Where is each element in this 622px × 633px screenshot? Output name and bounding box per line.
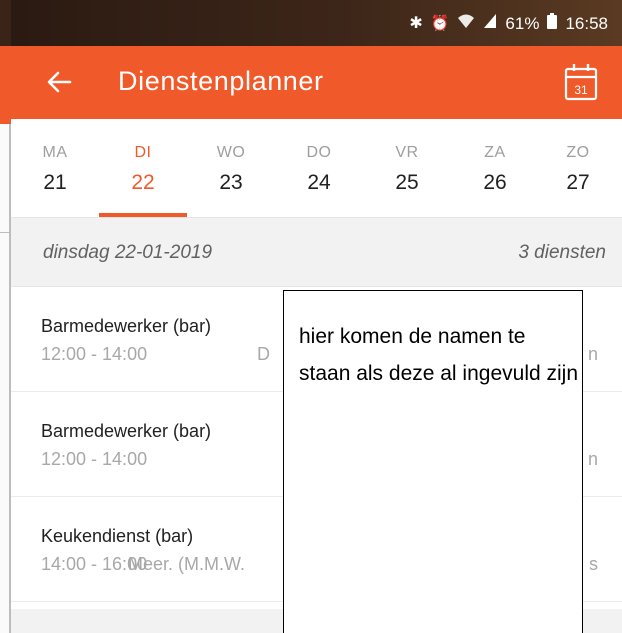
day-date: 25 <box>395 171 419 194</box>
day-tab-tuesday[interactable]: DI 22 <box>99 119 187 217</box>
background-window-edge <box>0 0 11 633</box>
status-icons: ✱ ⏰ 61% 16:58 <box>409 13 608 34</box>
status-bar: ✱ ⏰ 61% 16:58 <box>11 0 622 46</box>
shift-count-label: 3 diensten <box>518 242 606 263</box>
shift-name: Keukendienst (bar) <box>41 526 194 546</box>
shift-status: n <box>587 344 598 364</box>
shift-people: D <box>257 344 270 364</box>
day-tab-sunday[interactable]: ZO 27 <box>534 119 622 217</box>
day-date: 24 <box>307 171 331 194</box>
day-date: 22 <box>131 171 155 194</box>
shift-name: Barmedewerker (bar) <box>41 421 212 441</box>
shift-time: 12:00 - 14:00 <box>41 344 148 364</box>
day-tab-saturday[interactable]: ZA 26 <box>451 119 539 217</box>
day-name: VR <box>395 144 419 161</box>
battery-percentage: 61% <box>505 13 540 33</box>
back-arrow-icon <box>47 71 72 93</box>
day-name: WO <box>216 144 246 161</box>
calendar-button[interactable]: 31 <box>564 63 598 101</box>
background-appbar-edge <box>0 46 11 124</box>
day-name: ZA <box>484 144 506 161</box>
day-date: 26 <box>483 171 507 194</box>
day-tab-friday[interactable]: VR 25 <box>363 119 451 217</box>
day-tab-monday[interactable]: MA 21 <box>11 119 99 217</box>
week-day-selector: MA 21 DI 22 WO 23 DO 24 VR 25 ZA 26 ZO 2… <box>11 119 622 218</box>
day-tab-wednesday[interactable]: WO 23 <box>187 119 275 217</box>
day-date: 27 <box>566 171 590 194</box>
day-tab-thursday[interactable]: DO 24 <box>275 119 363 217</box>
day-name: MA <box>42 144 68 161</box>
calendar-icon: 31 <box>564 64 598 101</box>
day-name: DO <box>306 144 332 161</box>
day-date: 23 <box>219 171 243 194</box>
page-title: Dienstenplanner <box>118 66 324 96</box>
wifi-icon <box>457 13 475 34</box>
selected-date-label: dinsdag 22-01-2019 <box>43 242 213 263</box>
app-bar: Dienstenplanner 31 <box>11 46 622 119</box>
signal-icon <box>483 13 497 34</box>
clock-time: 16:58 <box>565 13 608 33</box>
calendar-day-label: 31 <box>574 83 588 97</box>
phone-screen: ✱ ⏰ 61% 16:58 Dienstenplanner 31 MA 21 D… <box>11 0 622 633</box>
shift-time: 12:00 - 14:00 <box>41 449 148 469</box>
alarm-icon: ⏰ <box>430 14 450 32</box>
shift-name: Barmedewerker (bar) <box>41 316 212 336</box>
bluetooth-icon: ✱ <box>409 14 423 32</box>
battery-icon <box>547 13 558 34</box>
background-row-line <box>0 232 9 233</box>
annotation-callout: hier komen de namen te staan als deze al… <box>283 290 583 633</box>
shift-status: s <box>589 554 598 574</box>
selected-day-indicator <box>99 213 187 217</box>
day-name: DI <box>134 144 152 161</box>
background-statusbar-edge <box>0 0 11 46</box>
day-date: 21 <box>43 171 67 194</box>
back-arrow-button[interactable] <box>41 64 77 100</box>
shift-status: n <box>587 449 598 469</box>
shift-people: Meer. (M.M.W. <box>128 554 245 574</box>
day-name: ZO <box>566 144 590 161</box>
day-header: dinsdag 22-01-2019 3 diensten <box>11 218 622 287</box>
